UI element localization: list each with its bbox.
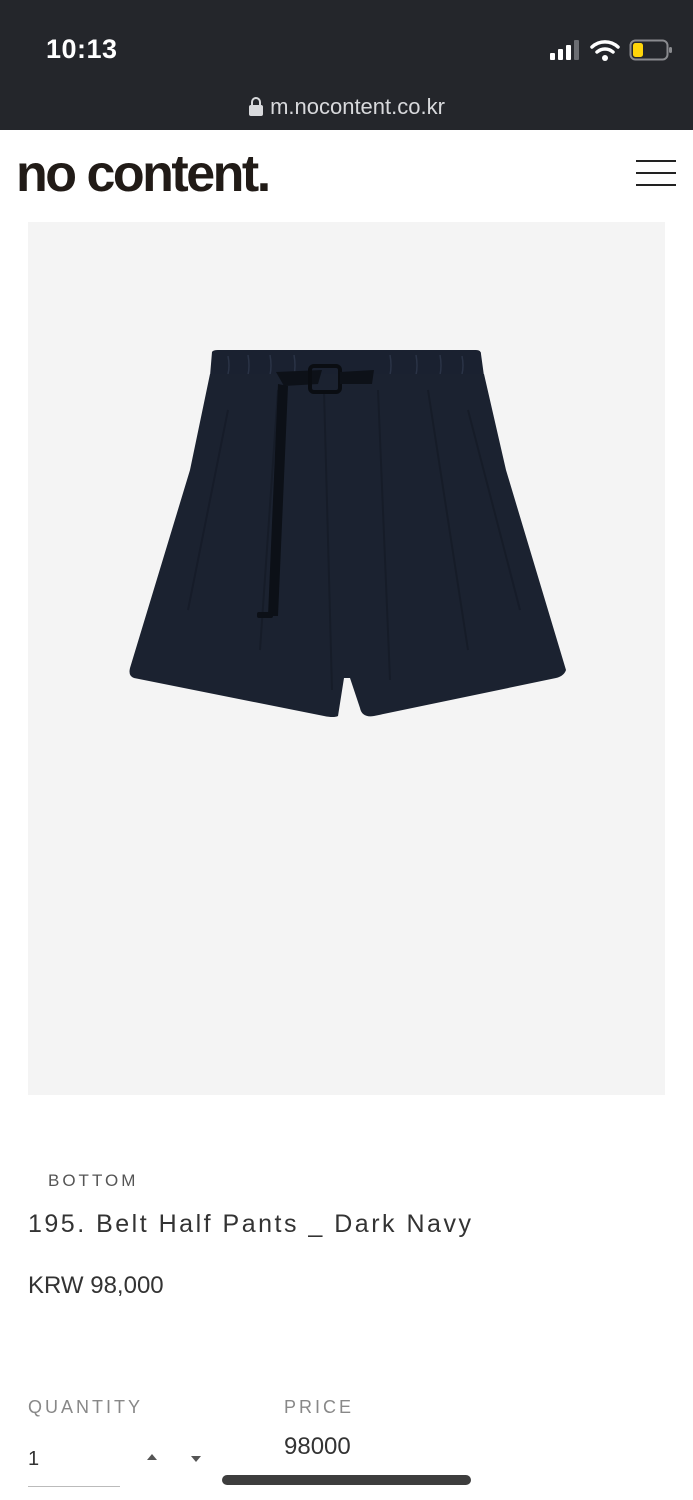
site-header: no content.: [0, 130, 693, 222]
quantity-value: 1: [28, 1448, 40, 1470]
product-category[interactable]: BOTTOM: [48, 1171, 138, 1191]
shorts-image: [129, 350, 566, 717]
product-name: 195. Belt Half Pants _ Dark Navy: [28, 1210, 474, 1238]
product-price: KRW 98,000: [28, 1272, 164, 1299]
lock-icon: [249, 97, 264, 116]
home-indicator: [222, 1475, 471, 1485]
battery-icon: [629, 39, 672, 61]
site-logo[interactable]: no content.: [16, 144, 271, 204]
menu-line: [636, 160, 676, 162]
hamburger-menu-icon[interactable]: [636, 160, 676, 192]
wifi-icon: [590, 40, 620, 61]
product-image[interactable]: [28, 222, 665, 1095]
total-price: 98000: [284, 1433, 351, 1460]
quantity-input[interactable]: 1: [28, 1440, 120, 1487]
quantity-label: QUANTITY: [28, 1397, 144, 1417]
quantity-increase-icon[interactable]: [146, 1452, 158, 1462]
menu-line: [636, 172, 676, 174]
price-label: PRICE: [284, 1397, 355, 1417]
signal-icon: [550, 40, 579, 60]
status-time: 10:13: [46, 34, 118, 64]
quantity-decrease-icon[interactable]: [190, 1454, 202, 1464]
menu-line: [636, 184, 676, 186]
address-bar[interactable]: m.nocontent.co.kr: [0, 92, 693, 122]
browser-chrome: 10:13 m.nocontent.co.kr: [0, 0, 693, 130]
url-text: m.nocontent.co.kr: [270, 94, 445, 119]
